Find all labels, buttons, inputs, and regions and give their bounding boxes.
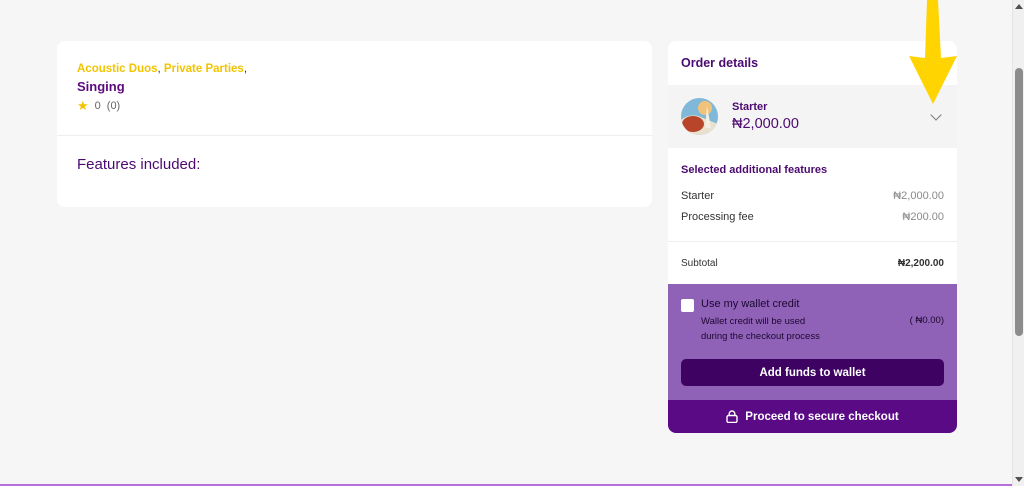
line-item-value: ₦2,000.00	[893, 190, 944, 202]
line-item: Starter ₦2,000.00	[681, 190, 944, 202]
wallet-credit-label: Use my wallet credit	[701, 298, 800, 310]
wallet-credit-description: Wallet credit will be used during the ch…	[701, 314, 851, 344]
add-funds-button[interactable]: Add funds to wallet	[681, 359, 944, 386]
scroll-up-icon[interactable]	[1015, 4, 1023, 9]
wallet-credit-amount: ( ₦0.00)	[909, 315, 944, 326]
chevron-down-icon[interactable]	[930, 109, 942, 121]
checkout-label: Proceed to secure checkout	[745, 410, 899, 423]
tag-acoustic-duos[interactable]: Acoustic Duos	[77, 63, 158, 75]
package-name: Starter	[732, 101, 768, 113]
line-item-label: Starter	[681, 190, 715, 202]
scroll-down-icon[interactable]	[1015, 477, 1023, 482]
tag-separator: ,	[157, 63, 161, 75]
package-avatar	[681, 98, 718, 135]
listing-card: Acoustic Duos, Private Parties, Singing …	[57, 41, 652, 207]
selected-features: Selected additional features Starter ₦2,…	[668, 148, 957, 242]
subtotal-value: ₦2,200.00	[897, 257, 944, 269]
listing-summary: Acoustic Duos, Private Parties, Singing …	[57, 41, 652, 136]
line-item-value: ₦200.00	[902, 211, 944, 223]
star-icon: ★	[77, 98, 89, 113]
vertical-scrollbar[interactable]	[1012, 0, 1024, 486]
category-singing[interactable]: Singing	[77, 79, 632, 94]
subtotal-row: Subtotal ₦2,200.00	[668, 242, 957, 284]
features-included-title: Features included:	[77, 156, 201, 173]
wallet-desc-line2: during the checkout process	[701, 331, 820, 342]
proceed-to-checkout-button[interactable]: Proceed to secure checkout	[668, 400, 957, 433]
tag-private-parties[interactable]: Private Parties	[164, 63, 244, 75]
line-item-label: Processing fee	[681, 211, 754, 223]
line-item: Processing fee ₦200.00	[681, 211, 944, 223]
selected-features-heading: Selected additional features	[681, 164, 828, 176]
scrollbar-thumb[interactable]	[1015, 68, 1023, 336]
rating: ★ 0 (0)	[77, 98, 632, 114]
package-price: ₦2,000.00	[732, 116, 799, 132]
wallet-desc-line1: Wallet credit will be used	[701, 316, 806, 327]
arrow-down-annotation	[909, 0, 957, 104]
rating-value: 0	[94, 100, 101, 112]
rating-count: (0)	[106, 100, 121, 112]
wallet-credit-checkbox[interactable]	[681, 299, 694, 312]
lock-icon	[726, 410, 738, 423]
wallet-credit-section: Use my wallet credit Wallet credit will …	[668, 284, 957, 400]
subtotal-label: Subtotal	[681, 257, 718, 269]
tag-list: Acoustic Duos, Private Parties,	[77, 61, 632, 77]
tag-separator: ,	[243, 63, 248, 75]
